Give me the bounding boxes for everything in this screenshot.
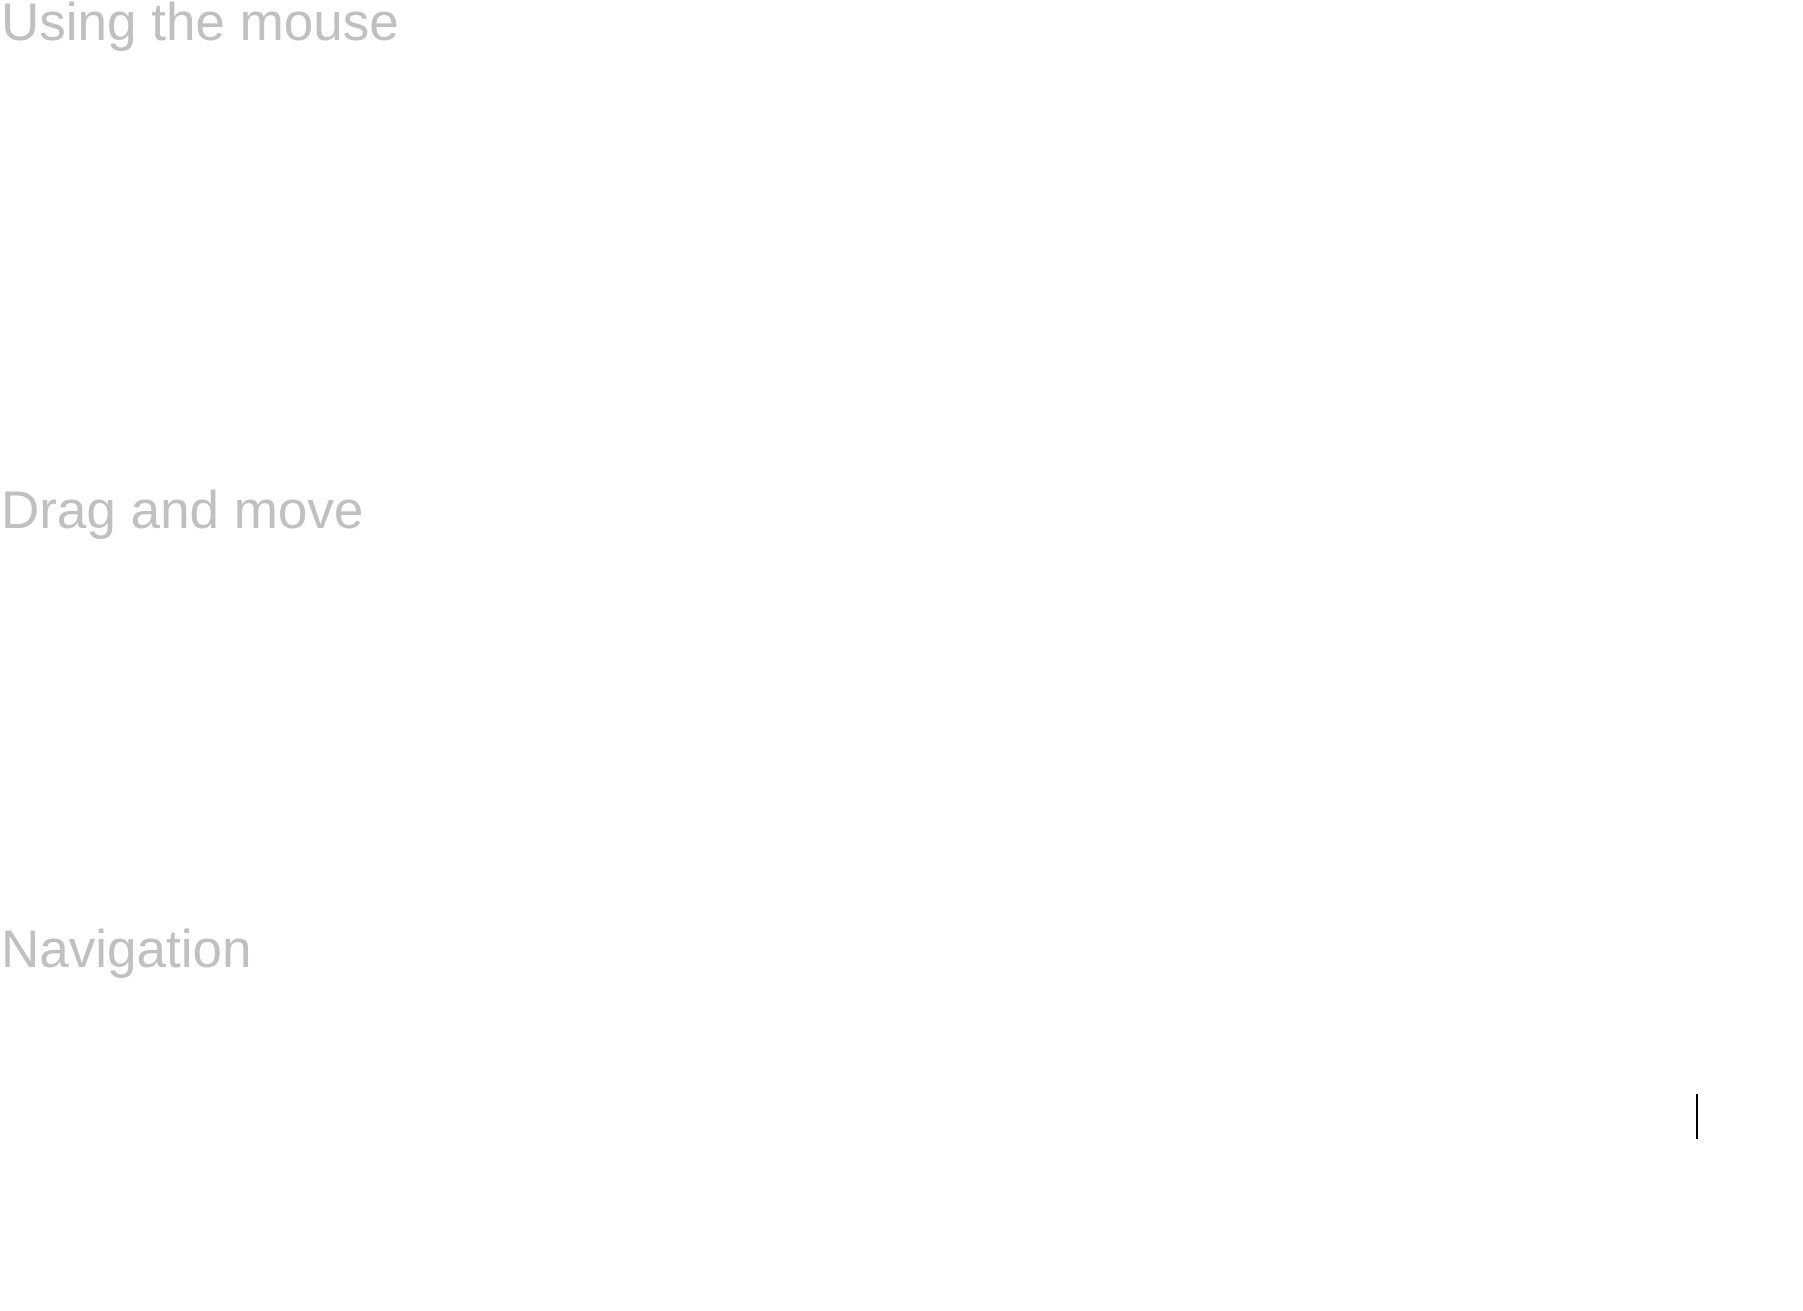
text-cursor-icon [1696,1094,1698,1139]
section-heading-drag-and-move: Drag and move [1,481,364,540]
section-heading-navigation: Navigation [1,920,252,979]
section-heading-using-the-mouse: Using the mouse [1,0,399,52]
